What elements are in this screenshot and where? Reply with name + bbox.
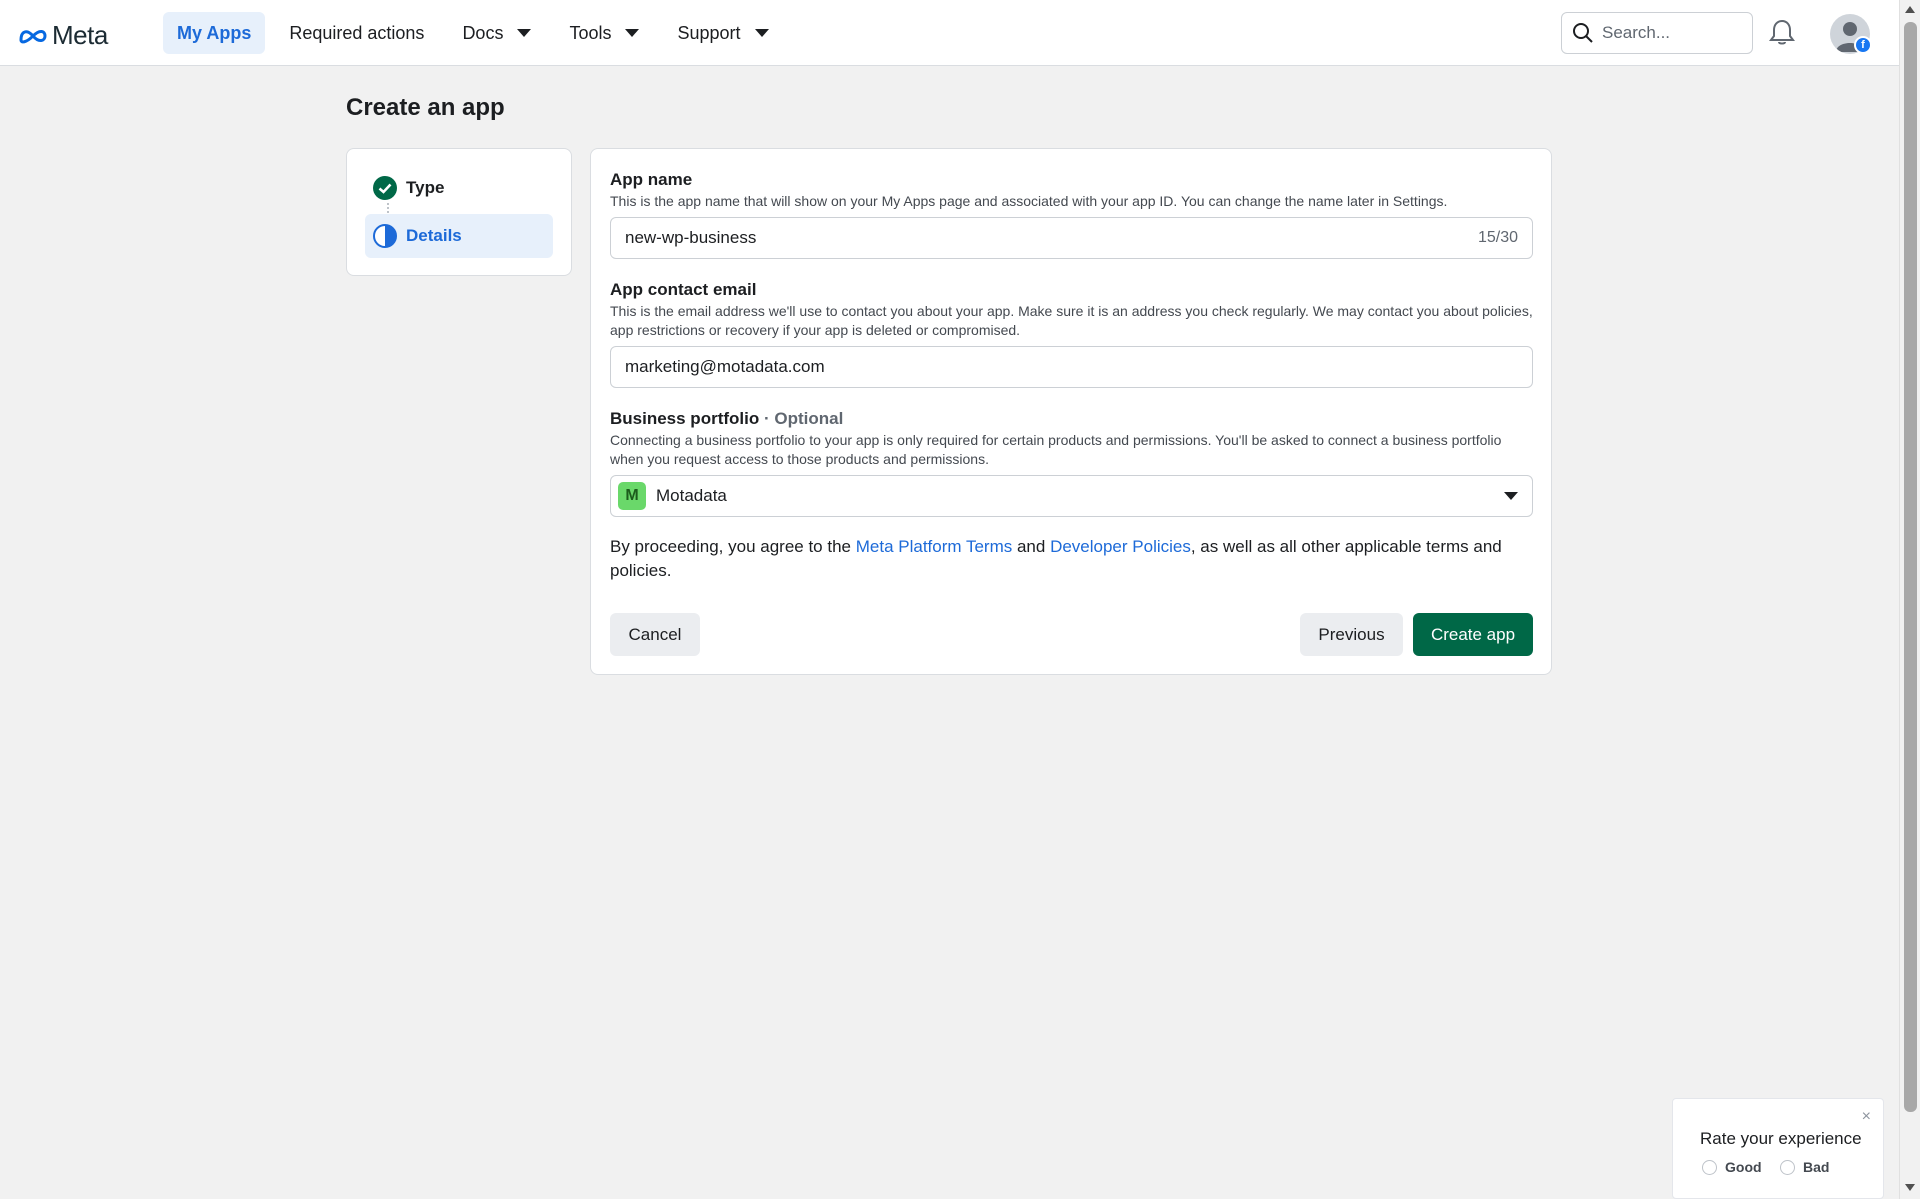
notification-bell-icon[interactable] [1769,18,1795,51]
chevron-down-icon [1504,492,1518,500]
search-box[interactable] [1561,12,1753,54]
vertical-scrollbar[interactable] [1899,0,1920,1199]
check-circle-icon [373,176,397,200]
search-icon [1573,23,1593,43]
main-nav: My Apps Required actions Docs Tools Supp… [163,12,793,54]
logo-text: Meta [52,20,108,50]
app-name-help: This is the app name that will show on y… [610,193,1448,209]
app-name-char-counter: 15/30 [1477,229,1518,246]
meta-platform-terms-link[interactable]: Meta Platform Terms [856,537,1013,556]
step-type[interactable]: Type [365,166,553,210]
nav-tools-label: Tools [569,22,612,43]
developer-policies-link[interactable]: Developer Policies [1050,537,1191,556]
create-app-button[interactable]: Create app [1413,613,1533,656]
app-name-input[interactable]: new-wp-business 15/30 [610,217,1533,259]
meta-logo[interactable]: Meta [18,20,108,51]
top-nav-bar: Meta My Apps Required actions Docs Tools… [0,0,1899,66]
facebook-badge-icon: f [1854,36,1872,54]
step-type-label: Type [406,178,445,197]
scroll-down-arrow-icon[interactable] [1905,1184,1915,1191]
nav-docs-label: Docs [462,22,504,43]
chevron-down-icon [754,29,769,37]
search-input[interactable] [1602,23,1742,43]
nav-support[interactable]: Support [663,12,782,54]
business-portfolio-select[interactable]: M Motadata [610,475,1533,517]
nav-my-apps[interactable]: My Apps [163,12,266,54]
app-details-form: App name This is the app name that will … [590,148,1552,675]
app-name-label: App name [610,170,693,189]
contact-email-label: App contact email [610,280,757,299]
app-name-value: new-wp-business [625,228,757,247]
radio-bad[interactable] [1780,1159,1795,1175]
optional-tag: · Optional [763,409,844,428]
nav-support-label: Support [677,22,741,43]
radio-good[interactable] [1702,1159,1717,1175]
terms-middle: and [1012,537,1051,556]
contact-email-input[interactable]: marketing@motadata.com [610,346,1533,388]
step-details[interactable]: Details [365,214,553,258]
page-title: Create an app [346,94,505,121]
portfolio-badge: M [618,482,646,510]
rating-title: Rate your experience [1700,1129,1862,1148]
business-portfolio-help: Connecting a business portfolio to your … [610,432,1502,467]
rating-good-option[interactable]: Good [1702,1159,1762,1175]
rate-experience-widget: × Rate your experience Good Bad [1672,1098,1884,1199]
chevron-down-icon [625,29,640,37]
business-portfolio-label: Business portfolio · Optional [610,409,843,429]
contact-email-help: This is the email address we'll use to c… [610,303,1533,338]
rating-good-label: Good [1725,1159,1762,1175]
terms-text: By proceeding, you agree to the Meta Pla… [610,535,1535,583]
nav-tools[interactable]: Tools [555,12,653,54]
scroll-up-arrow-icon[interactable] [1905,6,1915,13]
steps-panel: Type Details [346,148,572,276]
business-portfolio-value: Motadata [656,486,727,505]
business-portfolio-label-text: Business portfolio [610,409,760,428]
rating-bad-option[interactable]: Bad [1780,1159,1829,1175]
half-circle-progress-icon [373,224,397,248]
step-details-label: Details [406,226,462,245]
scroll-thumb[interactable] [1904,22,1917,1112]
contact-email-value: marketing@motadata.com [625,357,825,376]
nav-required-actions[interactable]: Required actions [275,12,438,54]
meta-infinity-icon [19,29,47,43]
close-icon[interactable]: × [1862,1108,1871,1126]
previous-button[interactable]: Previous [1300,613,1403,656]
nav-docs[interactable]: Docs [448,12,545,54]
rating-bad-label: Bad [1803,1159,1830,1175]
chevron-down-icon [517,29,532,37]
terms-prefix: By proceeding, you agree to the [610,537,856,556]
cancel-button[interactable]: Cancel [610,613,700,656]
